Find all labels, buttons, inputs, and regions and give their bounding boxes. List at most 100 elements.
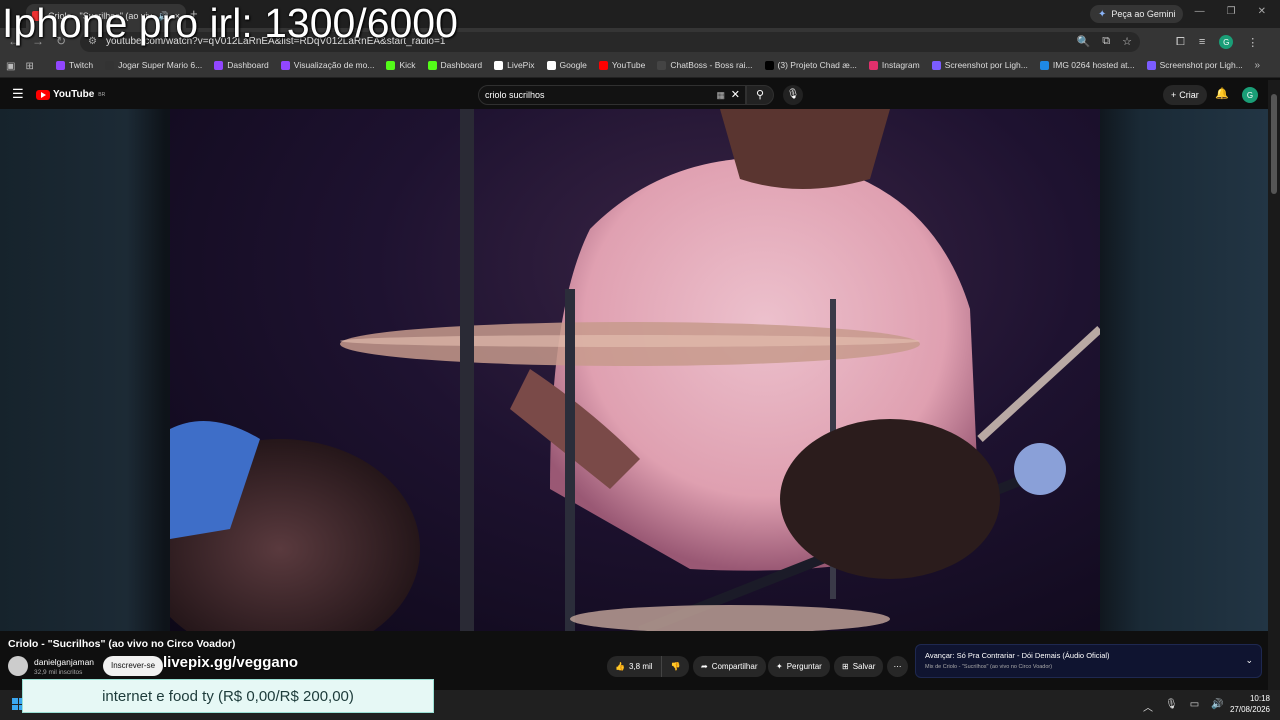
next-video-line: Avançar: Só Pra Contrariar - Dói Demais … [925,651,1110,660]
share-label: Compartilhar [711,662,758,671]
video-player[interactable] [170,109,1100,631]
mic-icon: 🎙 [786,89,800,100]
voice-search-button[interactable]: 🎙 [783,85,803,105]
bookmark-label: Twitch [69,60,94,70]
bookmark-item[interactable]: YouTube [598,60,646,70]
bookmark-label: YouTube [611,60,646,70]
scrollbar-thumb[interactable] [1271,94,1277,194]
page-scrollbar[interactable] [1268,80,1280,690]
media-icon[interactable]: ≡ [1199,36,1205,48]
network-icon[interactable]: ▭ [1190,699,1199,714]
search-button[interactable]: ⚲ [746,85,774,105]
taskbar-clock[interactable]: 10:18 27/08/2026 [1226,693,1270,715]
bookmark-item[interactable]: Screenshot por Ligh... [1146,60,1243,70]
gemini-button[interactable]: ✦ Peça ao Gemini [1090,5,1184,23]
bookmark-label: Dashboard [227,60,269,70]
next-title: Só Pra Contrariar - Dói Demais (Áudio Of… [956,651,1110,660]
bookmark-item[interactable]: Screenshot por Ligh... [931,60,1028,70]
channel-name[interactable]: danielganjaman [34,657,94,667]
region-code: BR [98,91,106,98]
clock-time: 10:18 [1249,694,1270,703]
video-frame-image [170,109,1100,631]
bookmark-favicon-icon [56,60,65,70]
channel-subscribers: 32,9 mil inscritos [34,669,83,676]
bookmark-favicon-icon [214,60,224,70]
bookmark-favicon-icon [1039,60,1049,70]
dislike-button[interactable]: 👎 [661,656,689,677]
bookmark-item[interactable]: Jogar Super Mario 6... [105,60,202,70]
bookmark-favicon-icon [427,60,437,70]
sidebar-icon[interactable]: ▣ [6,61,15,72]
channel-avatar[interactable] [8,656,28,676]
save-button[interactable]: ⊞ Salvar [834,656,884,677]
youtube-header: ☰ YouTube BR criolo sucrilhos ▦ ✕ ⚲ 🎙 + … [0,80,1268,110]
bookmark-item[interactable]: Twitch [56,60,93,70]
close-window-icon[interactable]: ✕ [1258,6,1266,17]
bookmark-favicon-icon [280,60,290,70]
next-prefix: Avançar: [925,651,955,660]
autoplay-next-card[interactable]: Avançar: Só Pra Contrariar - Dói Demais … [915,644,1262,678]
volume-icon[interactable]: 🔊 [1211,699,1223,714]
clock-date: 27/08/2026 [1229,705,1270,714]
bookmark-favicon-icon [494,60,504,70]
menu-kebab-icon[interactable]: ⋮ [1247,36,1258,49]
hamburger-menu-icon[interactable]: ☰ [12,86,24,102]
bookmark-favicon-icon [764,60,774,70]
bookmark-favicon-icon [931,60,941,70]
bookmark-item[interactable]: IMG 0264 hosted at... [1039,60,1135,70]
more-horizontal-icon: ⋯ [893,662,902,671]
bookmark-item[interactable]: Dashboard [427,60,482,70]
subscribe-button[interactable]: Inscrever-se [103,656,164,676]
keyboard-icon[interactable]: ▦ [716,90,725,101]
system-tray: ︿ 🎙 ▭ 🔊 [1143,699,1224,714]
livepix-overlay-text: livepix.gg/veggano [163,654,299,671]
bookmark-favicon-icon [598,60,608,70]
bookmark-item[interactable]: (3) Projeto Chad æ... [764,60,857,70]
cast-icon[interactable]: ⧉ [1102,35,1110,48]
bookmark-label: IMG 0264 hosted at... [1052,60,1135,70]
bookmark-label: Screenshot por Ligh... [1159,60,1243,70]
tray-chevron-up-icon[interactable]: ︿ [1143,699,1153,714]
minimize-icon[interactable]: — [1195,6,1205,17]
maximize-icon[interactable]: ❐ [1227,6,1236,17]
apps-grid-icon[interactable]: ⊞ [25,61,33,72]
youtube-avatar[interactable]: G [1242,87,1258,103]
search-input[interactable]: criolo sucrilhos ▦ ✕ [478,85,746,105]
create-button[interactable]: + Criar [1163,85,1207,105]
youtube-logo[interactable]: YouTube BR [36,89,105,100]
like-count: 3,8 mil [628,662,653,671]
more-actions-button[interactable]: ⋯ [887,656,908,677]
ask-button[interactable]: ✦ Perguntar [768,656,830,677]
bookmark-item[interactable]: Kick [386,60,416,70]
like-button[interactable]: 👍 3,8 mil [607,656,661,677]
bookmark-apps: ▣ ⊞ [6,61,34,72]
bookmark-label: Jogar Super Mario 6... [118,60,203,70]
save-label: Salvar [852,662,876,671]
bookmark-favicon-icon [105,60,115,70]
bookmark-label: Visualização de mo... [293,60,375,70]
bookmark-item[interactable]: Instagram [868,60,920,70]
share-button[interactable]: ➦ Compartilhar [693,656,766,677]
bookmark-favicon-icon [868,60,878,70]
bookmarks-more-icon[interactable]: » [1254,60,1260,71]
toolbar-right: ⧠ ≡ G ⋮ [1176,35,1258,49]
plus-icon: + [1171,90,1177,100]
zoom-icon[interactable]: 🔍 [1077,35,1091,48]
clear-search-icon[interactable]: ✕ [731,88,740,101]
bookmark-label: (3) Projeto Chad æ... [777,60,857,70]
bookmark-star-icon[interactable]: ☆ [1122,35,1132,48]
bookmark-item[interactable]: Dashboard [214,60,269,70]
bookmark-item[interactable]: LivePix [494,60,535,70]
notifications-bell-icon[interactable]: 🔔 [1215,87,1229,100]
bookmark-item[interactable]: ChatBoss - Boss rai... [657,60,753,70]
profile-avatar[interactable]: G [1219,35,1234,49]
bookmark-label: LivePix [507,60,535,70]
save-playlist-icon: ⊞ [842,662,849,671]
extensions-icon[interactable]: ⧠ [1176,36,1185,49]
chevron-down-icon[interactable]: ⌄ [1245,655,1253,666]
bookmarks-bar: ▣ ⊞ Twitch Jogar Super Mario 6... Dashboar… [0,56,1280,78]
bookmark-item[interactable]: Google [546,60,587,70]
bookmark-item[interactable]: Visualização de mo... [280,60,375,70]
search-icon: ⚲ [755,89,765,101]
microphone-tray-icon[interactable]: 🎙 [1165,699,1178,714]
